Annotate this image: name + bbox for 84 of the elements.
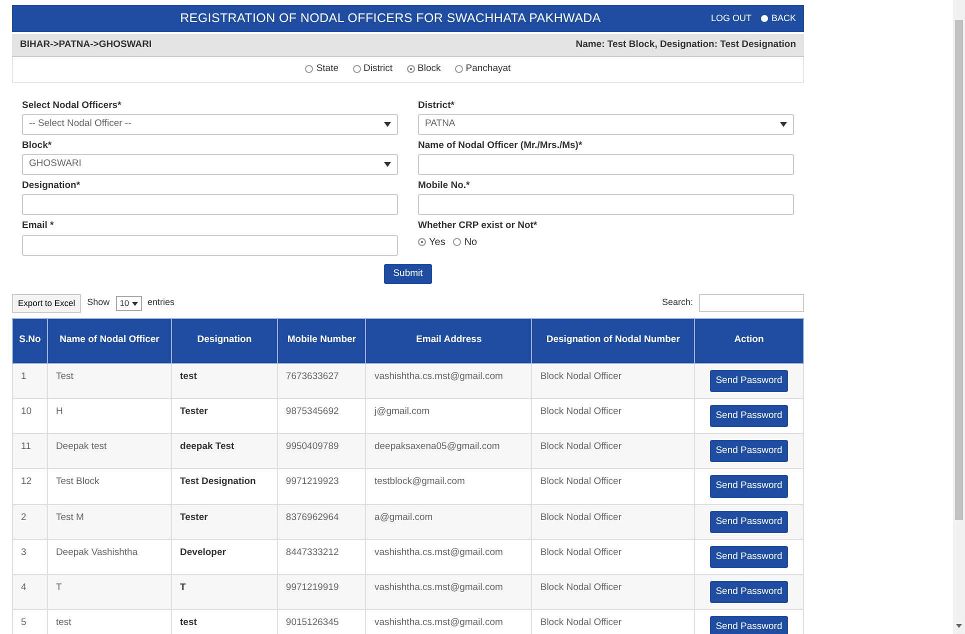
field-label: Block*: [22, 138, 53, 153]
column-header: Mobile Number: [277, 318, 366, 363]
caret-icon: [384, 122, 391, 127]
send-password-button[interactable]: Send Password: [710, 616, 788, 634]
scrollbar[interactable]: [953, 0, 965, 634]
table-cell: Tester: [172, 504, 278, 540]
table-cell: 7673633627: [277, 363, 366, 398]
table-cell: deepak Test: [172, 434, 278, 469]
input-field[interactable]: [418, 154, 794, 175]
page-size-select[interactable]: 10: [116, 296, 142, 310]
back-link[interactable]: BACK: [761, 12, 796, 26]
send-password-button[interactable]: Send Password: [710, 510, 788, 533]
radio-option[interactable]: No: [453, 234, 478, 250]
table-cell: 12: [12, 468, 48, 504]
table-cell: deepaksaxena05@gmail.com: [366, 434, 532, 469]
submit-button[interactable]: Submit: [384, 264, 432, 284]
user-info: Name: Test Block, Designation: Test Designation: [576, 38, 796, 52]
table-cell: T: [47, 574, 172, 610]
input-field[interactable]: [22, 194, 398, 216]
table-cell: Test M: [47, 504, 172, 540]
search-label: Search:: [662, 296, 693, 310]
back-icon: [761, 15, 768, 22]
select-field[interactable]: -- Select Nodal Officer --: [22, 114, 398, 135]
table-cell: Block Nodal Officer: [532, 468, 694, 504]
table-cell: 1: [12, 363, 48, 398]
field-label: Whether CRP exist or Not*: [418, 219, 538, 234]
page-title: REGISTRATION OF NODAL OFFICERS FOR SWACHHATA PAKHWADA: [179, 10, 602, 28]
radio-option[interactable]: State: [305, 62, 338, 76]
table-cell: 4: [12, 574, 48, 610]
send-password-button[interactable]: Send Password: [710, 440, 788, 462]
caret-icon: [384, 162, 391, 167]
table-cell: Test Designation: [172, 468, 278, 504]
select-field[interactable]: PATNA: [418, 114, 794, 135]
breadcrumb: BIHAR->PATNA->GHOSWARI: [20, 38, 152, 52]
table-cell: 2: [12, 504, 48, 540]
field-label: District*: [418, 98, 456, 112]
radio-option[interactable]: Panchayat: [454, 62, 511, 76]
input-field[interactable]: [418, 194, 794, 216]
table-cell: Deepak test: [47, 434, 172, 469]
column-header: Email Address: [366, 318, 532, 363]
search-field[interactable]: [699, 294, 804, 312]
field-label: Select Nodal Officers*: [22, 98, 122, 112]
table-cell: 9971219923: [277, 468, 366, 504]
select-field[interactable]: GHOSWARI: [22, 154, 398, 175]
table-cell: Block Nodal Officer: [532, 574, 694, 610]
export-button[interactable]: Export to Excel: [12, 294, 82, 312]
input-field[interactable]: [22, 234, 398, 256]
table-cell: Block Nodal Officer: [532, 504, 694, 540]
field-label: Mobile No.*: [418, 179, 471, 193]
send-password-button[interactable]: Send Password: [710, 475, 788, 498]
field-label: Designation*: [22, 179, 82, 193]
table-cell: 11: [12, 434, 48, 469]
caret-icon: [780, 122, 787, 127]
table-cell: Block Nodal Officer: [532, 434, 694, 469]
field-label: Name of Nodal Officer (Mr./Mrs./Ms)*: [418, 138, 584, 153]
column-header: Action: [694, 318, 804, 363]
column-header: Name of Nodal Officer: [47, 318, 172, 363]
table-cell: test: [172, 363, 278, 398]
table-cell: 9950409789: [277, 434, 366, 469]
table-cell: T: [172, 574, 278, 610]
column-header: S.No: [12, 318, 48, 363]
send-password-button[interactable]: Send Password: [710, 546, 788, 568]
column-header: Designation: [172, 318, 278, 363]
radio-option[interactable]: District: [352, 62, 393, 76]
logout-link[interactable]: LOG OUT: [710, 12, 752, 26]
send-password-button[interactable]: Send Password: [710, 581, 788, 604]
table-cell: 5: [12, 610, 48, 634]
field-label: Email *: [22, 219, 55, 234]
column-header: Designation of Nodal Number: [532, 318, 694, 363]
table-cell: a@gmail.com: [366, 504, 532, 540]
radio-option[interactable]: Block: [406, 62, 441, 76]
show-label: Show: [87, 296, 110, 310]
radio-option[interactable]: Yes: [418, 234, 446, 250]
table-cell: testblock@gmail.com: [366, 468, 532, 504]
table-cell: 9971219919: [277, 574, 366, 610]
table-cell: Block Nodal Officer: [532, 363, 694, 398]
table-cell: Test Block: [47, 468, 172, 504]
table-cell: 8376962964: [277, 504, 366, 540]
send-password-button[interactable]: Send Password: [710, 370, 788, 392]
table-cell: vashishtha.cs.mst@gmail.com: [366, 363, 532, 398]
entries-label: entries: [148, 296, 175, 310]
table-cell: Test: [47, 363, 172, 398]
table-cell: vashishtha.cs.mst@gmail.com: [366, 574, 532, 610]
send-password-button[interactable]: Send Password: [710, 404, 788, 427]
